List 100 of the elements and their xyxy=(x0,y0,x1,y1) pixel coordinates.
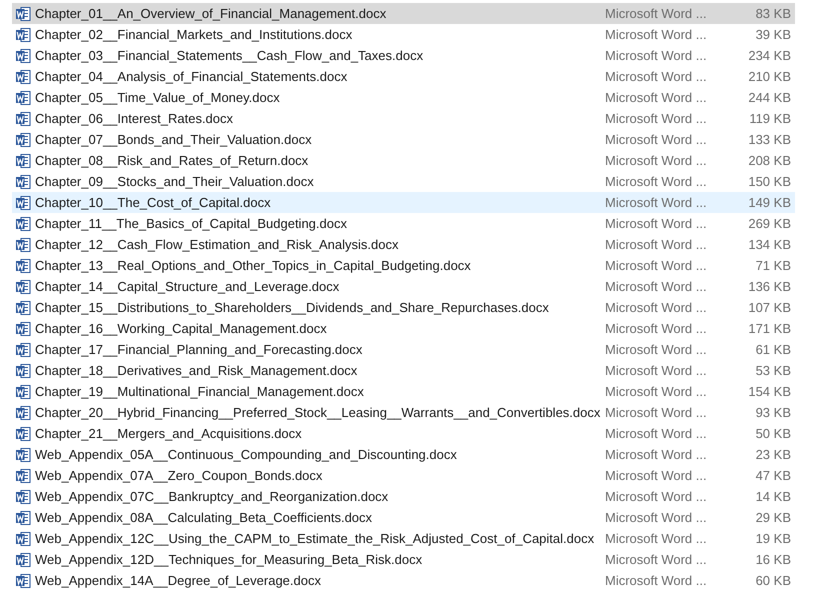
file-name: Chapter_11__The_Basics_of_Capital_Budgeting.docx xyxy=(35,214,348,233)
file-size: 171 KB xyxy=(747,320,791,338)
file-size: 208 KB xyxy=(747,152,791,170)
word-document-icon xyxy=(15,468,31,484)
file-row[interactable]: Chapter_01__An_Overview_of_Financial_Management.docx Microsoft Word ... 83 KB xyxy=(12,3,795,24)
file-row[interactable]: Chapter_11__The_Basics_of_Capital_Budgeting.docx Microsoft Word ... 269 KB xyxy=(12,213,795,234)
file-row[interactable]: Chapter_03__Financial_Statements__Cash_Flow_and_Taxes.docx Microsoft Word ... 234 KB xyxy=(12,45,795,66)
file-name: Chapter_14__Capital_Structure_and_Leverage.docx xyxy=(35,278,340,296)
file-type: Microsoft Word ... xyxy=(605,382,708,401)
file-name: Chapter_02__Financial_Markets_and_Institutions.docx xyxy=(35,26,354,44)
file-type: Microsoft Word ... xyxy=(605,404,708,422)
file-type: Microsoft Word ... xyxy=(605,466,708,485)
file-size: 19 KB xyxy=(754,530,791,548)
file-name: Chapter_10__The_Cost_of_Capital.docx xyxy=(35,194,272,212)
word-document-icon xyxy=(15,216,31,232)
file-row[interactable]: Chapter_18__Derivatives_and_Risk_Management.docx Microsoft Word ... 53 KB xyxy=(12,360,795,381)
file-row[interactable]: Chapter_04__Analysis_of_Financial_Statements.docx Microsoft Word ... 210 KB xyxy=(12,66,795,87)
file-row[interactable]: Chapter_16__Working_Capital_Management.docx Microsoft Word ... 171 KB xyxy=(12,318,795,339)
file-name: Chapter_15__Distributions_to_Shareholders__Dividends_and_Share_Repurchases.docx xyxy=(35,298,550,317)
file-size: 53 KB xyxy=(754,362,791,380)
file-size: 93 KB xyxy=(754,404,791,422)
file-name: Web_Appendix_08A__Calculating_Beta_Coefficients.docx xyxy=(35,508,374,527)
file-row[interactable]: Chapter_13__Real_Options_and_Other_Topics_in_Capital_Budgeting.docx Microsoft Word ... 71 KB xyxy=(12,255,795,276)
word-document-icon xyxy=(15,510,31,526)
file-row[interactable]: Chapter_08__Risk_and_Rates_of_Return.docx Microsoft Word ... 208 KB xyxy=(12,150,795,171)
file-name: Chapter_12__Cash_Flow_Estimation_and_Risk_Analysis.docx xyxy=(35,236,400,254)
file-size: 136 KB xyxy=(747,278,791,296)
file-name: Chapter_06__Interest_Rates.docx xyxy=(35,110,234,128)
file-row[interactable]: Web_Appendix_08A__Calculating_Beta_Coefficients.docx Microsoft Word ... 29 KB xyxy=(12,507,795,528)
file-size: 149 KB xyxy=(747,194,791,212)
file-type: Microsoft Word ... xyxy=(605,214,708,233)
file-name: Chapter_01__An_Overview_of_Financial_Management.docx xyxy=(35,4,388,23)
file-size: 119 KB xyxy=(748,110,791,128)
file-name: Chapter_05__Time_Value_of_Money.docx xyxy=(35,88,281,107)
file-row[interactable]: Chapter_06__Interest_Rates.docx Microsoft Word ... 119 KB xyxy=(12,108,795,129)
file-name: Chapter_21__Mergers_and_Acquisitions.docx xyxy=(35,424,303,443)
file-type: Microsoft Word ... xyxy=(605,550,708,569)
file-name: Chapter_08__Risk_and_Rates_of_Return.docx xyxy=(35,152,310,170)
file-size: 269 KB xyxy=(747,214,791,233)
file-name: Chapter_19__Multinational_Financial_Management.docx xyxy=(35,382,365,401)
word-document-icon xyxy=(15,48,31,64)
file-row[interactable]: Web_Appendix_07A__Zero_Coupon_Bonds.docx Microsoft Word ... 47 KB xyxy=(12,465,795,486)
file-type: Microsoft Word ... xyxy=(605,298,708,317)
file-name: Chapter_09__Stocks_and_Their_Valuation.docx xyxy=(35,172,315,191)
word-document-icon xyxy=(15,530,31,546)
file-type: Microsoft Word ... xyxy=(605,362,708,380)
file-row[interactable]: Web_Appendix_12D__Techniques_for_Measuring_Beta_Risk.docx Microsoft Word ... 16 KB xyxy=(12,549,795,570)
file-type: Microsoft Word ... xyxy=(605,88,708,107)
word-document-icon xyxy=(15,110,31,126)
file-size: 71 KB xyxy=(754,256,791,275)
file-row[interactable]: Chapter_19__Multinational_Financial_Management.docx Microsoft Word ... 154 KB xyxy=(12,381,795,402)
file-size: 14 KB xyxy=(754,488,791,506)
file-row[interactable]: Web_Appendix_07C__Bankruptcy_and_Reorganization.docx Microsoft Word ... 14 KB xyxy=(12,486,795,507)
word-document-icon xyxy=(15,320,31,336)
file-name: Chapter_20__Hybrid_Financing__Preferred_Stock__Leasing__Warrants__and_Convertibles.docx xyxy=(35,404,602,422)
file-row[interactable]: Chapter_09__Stocks_and_Their_Valuation.docx Microsoft Word ... 150 KB xyxy=(12,171,795,192)
word-document-icon xyxy=(15,572,31,588)
file-name: Chapter_07__Bonds_and_Their_Valuation.docx xyxy=(35,130,313,149)
file-row[interactable]: Web_Appendix_12C__Using_the_CAPM_to_Estimate_the_Risk_Adjusted_Cost_of_Capital.docx Microsoft Word ... 19 KB xyxy=(12,528,795,549)
file-type: Microsoft Word ... xyxy=(605,340,708,359)
file-type: Microsoft Word ... xyxy=(605,236,708,254)
file-name: Web_Appendix_05A__Continuous_Compounding_and_Discounting.docx xyxy=(35,446,458,464)
file-row[interactable]: Chapter_14__Capital_Structure_and_Leverage.docx Microsoft Word ... 136 KB xyxy=(12,276,795,297)
file-row[interactable]: Chapter_12__Cash_Flow_Estimation_and_Risk_Analysis.docx Microsoft Word ... 134 KB xyxy=(12,234,795,255)
file-row[interactable]: Chapter_20__Hybrid_Financing__Preferred_Stock__Leasing__Warrants__and_Convertibles.docx Microsoft Word ... 93 KB xyxy=(12,402,795,423)
file-size: 47 KB xyxy=(754,466,791,485)
file-type: Microsoft Word ... xyxy=(605,172,708,191)
file-name: Web_Appendix_07C__Bankruptcy_and_Reorganization.docx xyxy=(35,488,390,506)
word-document-icon xyxy=(15,90,31,106)
file-row[interactable]: Chapter_02__Financial_Markets_and_Institutions.docx Microsoft Word ... 39 KB xyxy=(12,24,795,45)
file-size: 154 KB xyxy=(747,382,791,401)
file-type: Microsoft Word ... xyxy=(605,68,708,86)
word-document-icon xyxy=(15,446,31,462)
file-row[interactable]: Chapter_17__Financial_Planning_and_Forecasting.docx Microsoft Word ... 61 KB xyxy=(12,339,795,360)
word-document-icon xyxy=(15,174,31,190)
file-row[interactable]: Chapter_15__Distributions_to_Shareholders__Dividends_and_Share_Repurchases.docx Microsoft Word ... 107 KB xyxy=(12,297,795,318)
word-document-icon xyxy=(15,6,31,22)
file-name: Chapter_18__Derivatives_and_Risk_Management.docx xyxy=(35,362,358,380)
file-row[interactable]: Chapter_21__Mergers_and_Acquisitions.docx Microsoft Word ... 50 KB xyxy=(12,423,795,444)
file-row[interactable]: Web_Appendix_05A__Continuous_Compounding_and_Discounting.docx Microsoft Word ... 23 KB xyxy=(12,444,795,465)
file-size: 244 KB xyxy=(747,88,791,107)
word-document-icon xyxy=(15,236,31,252)
word-document-icon xyxy=(15,342,31,358)
file-size: 150 KB xyxy=(747,172,791,191)
file-row[interactable]: Chapter_07__Bonds_and_Their_Valuation.docx Microsoft Word ... 133 KB xyxy=(12,129,795,150)
file-type: Microsoft Word ... xyxy=(605,110,708,128)
file-type: Microsoft Word ... xyxy=(605,488,708,506)
file-row[interactable]: Chapter_05__Time_Value_of_Money.docx Microsoft Word ... 244 KB xyxy=(12,87,795,108)
file-row[interactable]: Web_Appendix_14A__Degree_of_Leverage.docx Microsoft Word ... 60 KB xyxy=(12,570,795,591)
word-document-icon xyxy=(15,68,31,84)
file-size: 16 KB xyxy=(754,550,791,569)
word-document-icon xyxy=(15,488,31,504)
file-size: 29 KB xyxy=(754,508,791,527)
file-row[interactable]: Chapter_10__The_Cost_of_Capital.docx Microsoft Word ... 149 KB xyxy=(12,192,795,213)
file-name: Chapter_03__Financial_Statements__Cash_Flow_and_Taxes.docx xyxy=(35,46,424,65)
word-document-icon xyxy=(15,362,31,378)
file-size: 60 KB xyxy=(754,572,791,590)
file-name: Web_Appendix_12D__Techniques_for_Measuring_Beta_Risk.docx xyxy=(35,550,424,569)
word-document-icon xyxy=(15,552,31,568)
file-type: Microsoft Word ... xyxy=(605,46,708,65)
